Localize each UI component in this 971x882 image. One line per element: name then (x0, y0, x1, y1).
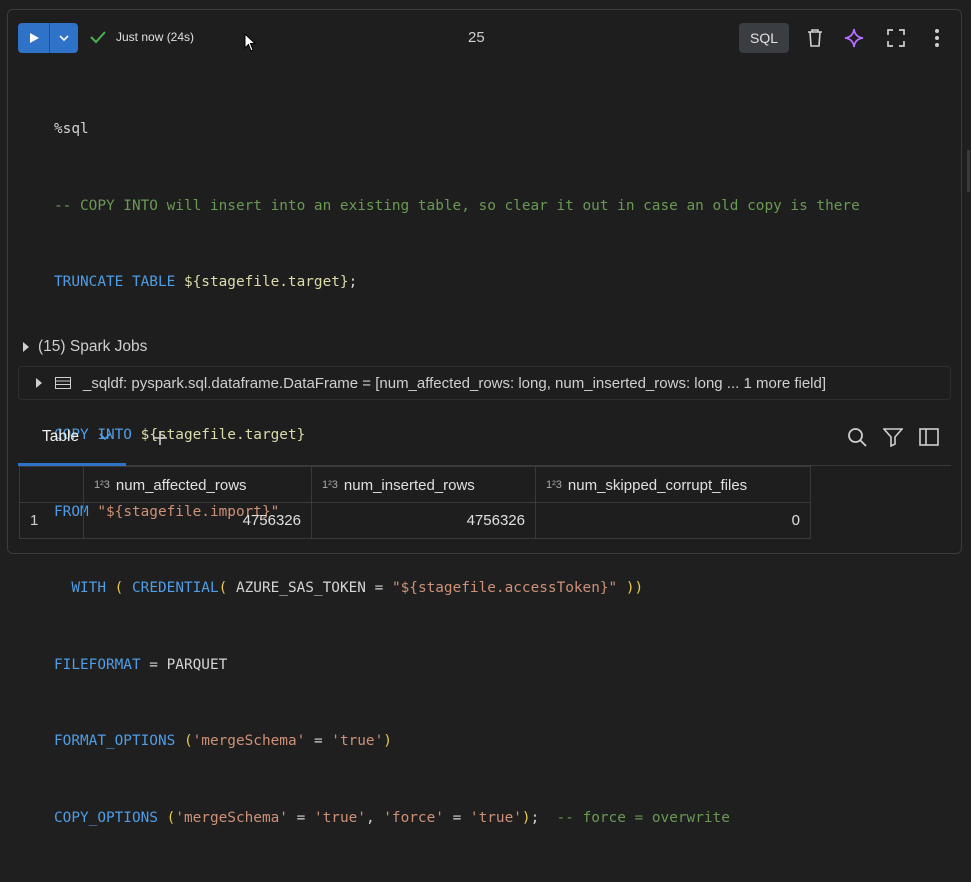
kebab-menu-icon (935, 29, 939, 47)
integer-type-icon: 1²3 (546, 479, 562, 492)
column-header-label: num_inserted_rows (343, 476, 475, 494)
table-cell[interactable]: 4756326 (311, 502, 536, 539)
add-visualization-button[interactable] (146, 424, 174, 452)
check-icon (90, 31, 106, 44)
run-cell-button[interactable] (18, 23, 50, 53)
dataframe-label: _sqldf: pyspark.sql.dataframe.DataFrame … (83, 374, 827, 392)
integer-type-icon: 1²3 (322, 479, 338, 492)
mouse-pointer-icon (244, 33, 257, 52)
sql-keyword: CREDENTIAL (132, 580, 219, 596)
integer-type-icon: 1²3 (94, 479, 110, 492)
run-status: Just now (24s) (90, 30, 194, 44)
filter-button[interactable] (881, 424, 905, 450)
sql-keyword: FORMAT_OPTIONS (54, 733, 176, 749)
trash-icon (808, 29, 822, 47)
string-literal: 'force' (383, 809, 444, 826)
delete-cell-button[interactable] (802, 25, 828, 51)
search-button[interactable] (845, 424, 869, 450)
tab-table[interactable]: Table (18, 410, 126, 466)
run-button-group (18, 23, 78, 53)
search-icon (848, 428, 867, 447)
column-header[interactable]: 1²3 num_inserted_rows (311, 466, 536, 503)
credential-key: AZURE_SAS_TOKEN (235, 580, 366, 596)
caret-right-icon (23, 342, 29, 352)
scrollbar-thumb[interactable] (967, 150, 970, 192)
plus-icon (153, 431, 167, 445)
column-header[interactable]: 1²3 num_skipped_corrupt_files (535, 466, 811, 503)
panel-icon (919, 428, 939, 446)
spark-jobs-label: (15) Spark Jobs (38, 338, 148, 355)
assistant-button[interactable] (841, 25, 867, 51)
table-cell[interactable]: 4756326 (83, 502, 312, 539)
play-icon (29, 33, 39, 43)
notebook-cell: Just now (24s) 25 SQL %sql -- COPY INTO … (7, 9, 962, 826)
column-header-label: num_skipped_corrupt_files (567, 476, 748, 494)
caret-right-icon (36, 378, 42, 388)
row-index-header (19, 466, 84, 503)
sql-keyword: FILEFORMAT (54, 656, 141, 673)
filter-icon (883, 428, 903, 447)
table-tools (845, 424, 941, 450)
cell-toolbar: Just now (24s) 25 SQL (8, 10, 961, 66)
tab-table-label: Table (42, 427, 80, 445)
code-comment: -- force = overwrite (556, 809, 730, 826)
cell-number: 25 (468, 29, 485, 46)
language-selector[interactable]: SQL (739, 23, 789, 53)
dataframe-summary[interactable]: _sqldf: pyspark.sql.dataframe.DataFrame … (18, 366, 951, 400)
table-cell[interactable]: 0 (535, 502, 811, 539)
table-header-row: 1²3 num_affected_rows 1²3 num_inserted_row… (19, 466, 811, 503)
spark-jobs-toggle[interactable]: (15) Spark Jobs (22, 338, 147, 356)
sql-keyword: COPY_OPTIONS (54, 809, 158, 826)
table-row: 1 4756326 4756326 0 (19, 502, 811, 539)
operator: = (365, 580, 392, 596)
string-literal: 'true' (331, 733, 384, 749)
string-literal: 'mergeSchema' (192, 733, 306, 749)
sidebar-toggle-button[interactable] (917, 424, 941, 450)
format-value: PARQUET (166, 656, 228, 673)
string-literal: 'true' (469, 809, 522, 826)
column-header[interactable]: 1²3 num_affected_rows (83, 466, 312, 503)
chevron-down-icon (99, 432, 111, 440)
string-literal: 'true' (313, 809, 366, 826)
more-options-button[interactable] (924, 25, 950, 51)
sql-keyword: TRUNCATE TABLE (54, 274, 176, 290)
results-table: 1²3 num_affected_rows 1²3 num_inserted_row… (19, 466, 811, 539)
string-literal: 'mergeSchema' (175, 809, 288, 826)
row-index: 1 (19, 502, 84, 539)
table-icon (55, 377, 71, 389)
expand-icon (887, 29, 905, 47)
results-tabs: Table (18, 410, 951, 466)
fullscreen-button[interactable] (883, 25, 909, 51)
column-header-label: num_affected_rows (115, 476, 247, 494)
run-options-dropdown[interactable] (50, 23, 78, 53)
chevron-down-icon (59, 35, 69, 42)
magic-command: %sql (54, 121, 89, 137)
run-status-text: Just now (24s) (116, 30, 195, 44)
string-literal: "${stagefile.accessToken}" (391, 580, 618, 596)
template-variable: ${stagefile.target} (183, 274, 349, 290)
sql-keyword: WITH (71, 580, 106, 596)
sparkle-icon (844, 28, 864, 48)
code-comment: -- COPY INTO will insert into an existin… (54, 197, 860, 214)
